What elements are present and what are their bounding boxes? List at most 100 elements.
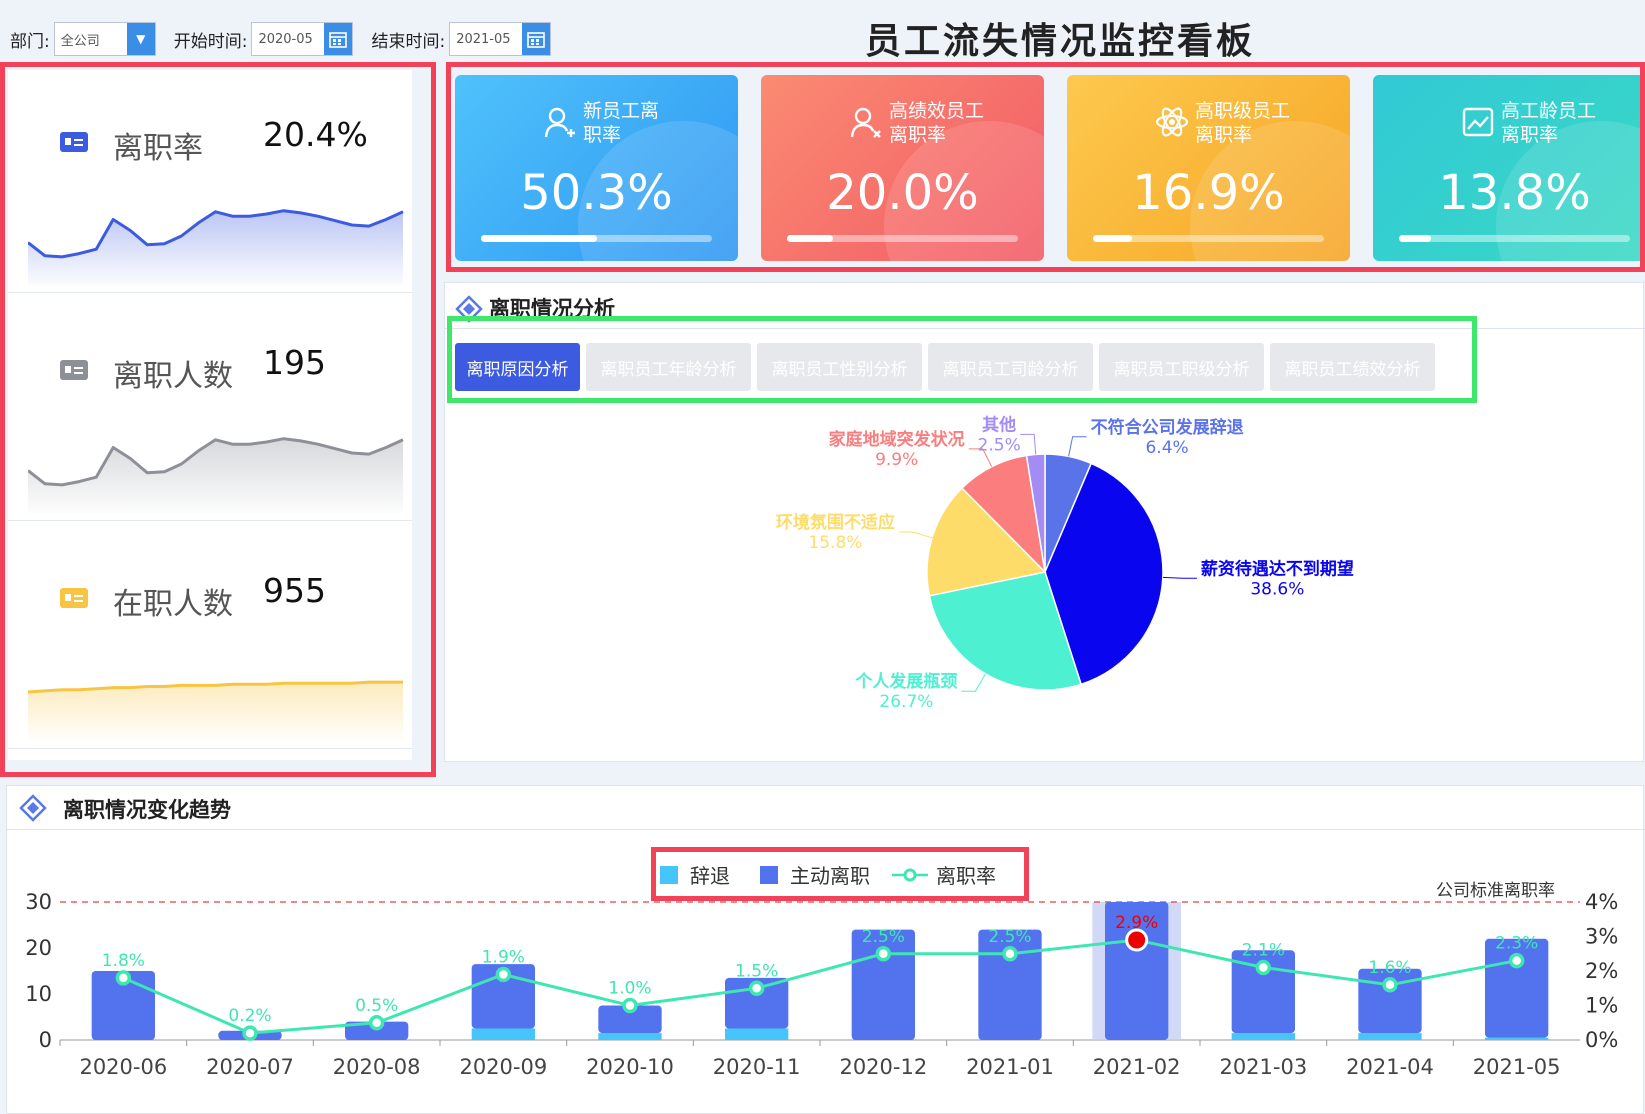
x-tick: 2020-07 <box>206 1055 294 1079</box>
trend-title: 离职情况变化趋势 <box>63 798 231 822</box>
trend-image-icon <box>1462 107 1494 137</box>
card-progress-fill <box>1093 235 1133 242</box>
start-date-input[interactable]: 2020-05 <box>251 22 354 56</box>
rate-point[interactable] <box>1508 952 1525 969</box>
card-title: 高绩效员工 离职率 <box>889 99 984 147</box>
y-left-tick: 0 <box>39 1028 52 1052</box>
card-title-line2: 离职率 <box>1195 124 1253 146</box>
tab-0[interactable]: 离职原因分析 <box>455 343 580 391</box>
chevron-down-icon[interactable]: ▼ <box>126 23 155 55</box>
rate-point[interactable] <box>622 997 638 1014</box>
rate-label: 2.5% <box>988 927 1031 947</box>
rate-point[interactable] <box>875 946 892 962</box>
card-title: 高职级员工 离职率 <box>1195 99 1290 147</box>
rate-label: 2.5% <box>862 927 905 947</box>
end-label: 结束时间: <box>371 31 446 52</box>
pie-percent: 9.9% <box>875 450 918 470</box>
kpi-0: 离职率 20.4% <box>8 75 412 293</box>
calendar-icon[interactable] <box>522 23 551 55</box>
bar-dismissal[interactable] <box>1485 1037 1549 1040</box>
divider <box>7 829 1645 830</box>
diamond-icon <box>19 794 47 826</box>
pie-label: 个人发展瓶颈 <box>854 671 957 692</box>
bar-dismissal[interactable] <box>471 1028 535 1041</box>
bar-dismissal[interactable] <box>1358 1033 1422 1040</box>
card-progress <box>787 235 1018 242</box>
card-progress <box>1399 235 1630 242</box>
x-tick: 2021-03 <box>1219 1055 1307 1079</box>
y-right-tick: 2% <box>1585 959 1618 983</box>
pie-label: 薪资待遇达不到期望 <box>1201 558 1354 579</box>
dept-select[interactable]: 全公司 ▼ <box>53 22 156 56</box>
card-title-line1: 新员工离 <box>583 100 660 122</box>
end-date-input[interactable]: 2021-05 <box>449 22 552 56</box>
y-left-tick: 20 <box>25 936 52 960</box>
rate-point[interactable] <box>1255 959 1272 976</box>
rate-point[interactable] <box>115 970 132 986</box>
kpi-card-1[interactable]: 高绩效员工 离职率 20.0% <box>761 75 1044 261</box>
y-right-tick: 4% <box>1585 890 1618 914</box>
card-title-line2: 职率 <box>583 124 622 146</box>
bar-dismissal[interactable] <box>1231 1033 1295 1040</box>
rate-label: 2.9% <box>1115 913 1158 933</box>
x-tick: 2021-02 <box>1093 1055 1181 1079</box>
new-employee-icon <box>544 107 575 138</box>
pie-label: 环境氛围不适应 <box>776 512 895 533</box>
y-right-tick: 3% <box>1585 925 1618 949</box>
rate-point[interactable] <box>495 966 512 983</box>
x-tick: 2020-08 <box>333 1055 421 1079</box>
rate-label: 2.1% <box>1242 941 1285 961</box>
tab-4[interactable]: 离职员工职级分析 <box>1099 343 1264 391</box>
start-label: 开始时间: <box>173 31 248 52</box>
kpi-value: 955 <box>263 571 326 610</box>
rate-point[interactable] <box>368 1015 385 1031</box>
rate-label: 1.5% <box>735 961 778 981</box>
rate-point[interactable] <box>242 1025 258 1041</box>
calendar-icon[interactable] <box>324 23 353 55</box>
filter-bar: 部门: 全公司 ▼ 开始时间: 2020-05 结束时间: 2021-05 <box>10 20 552 58</box>
kpi-card-3[interactable]: 高工龄员工 离职率 13.8% <box>1373 75 1645 261</box>
bar-dismissal[interactable] <box>598 1033 662 1040</box>
tab-5[interactable]: 离职员工绩效分析 <box>1270 343 1435 391</box>
card-progress <box>481 235 712 242</box>
high-performance-icon <box>850 107 881 138</box>
rate-label: 1.6% <box>1368 958 1411 978</box>
card-progress-fill <box>787 235 834 242</box>
rate-point[interactable] <box>1382 977 1398 993</box>
tab-3[interactable]: 离职员工司龄分析 <box>928 343 1093 391</box>
page-title: 员工流失情况监控看板 <box>864 21 1255 62</box>
kpi-value: 195 <box>263 343 326 382</box>
card-value: 13.8% <box>1438 165 1591 221</box>
kpi-1: 离职人数 195 <box>8 303 412 521</box>
tab-2[interactable]: 离职员工性别分析 <box>757 343 922 391</box>
card-title-line2: 离职率 <box>1501 124 1559 146</box>
x-tick: 2021-05 <box>1473 1055 1561 1079</box>
pie-leader-line <box>1020 433 1037 455</box>
card-title: 高工龄员工 离职率 <box>1501 99 1596 147</box>
pie-chart: 不符合公司发展辞退6.4% 薪资待遇达不到期望38.6% 个人发展瓶颈26.7% 环境… <box>776 414 1354 712</box>
id-card-icon <box>60 132 88 152</box>
pie-leader-line <box>1162 576 1197 579</box>
tab-1[interactable]: 离职员工年龄分析 <box>586 343 751 391</box>
bar-dismissal[interactable] <box>725 1028 789 1041</box>
rate-point[interactable] <box>748 980 765 996</box>
pie-label: 其他 <box>982 414 1016 435</box>
card-title-line1: 高工龄员工 <box>1501 100 1597 122</box>
card-title: 新员工离 职率 <box>583 99 659 147</box>
kpi-label: 在职人数 <box>113 587 233 622</box>
kpi-card-2[interactable]: 高职级员工 离职率 16.9% <box>1067 75 1350 261</box>
rate-label: 1.9% <box>482 947 525 967</box>
rate-label: 0.5% <box>355 996 398 1016</box>
kpi-card-0[interactable]: 新员工离 职率 50.3% <box>455 75 738 261</box>
dept-select-value: 全公司 <box>60 33 100 49</box>
rate-point[interactable] <box>1002 946 1018 962</box>
id-card-icon <box>60 588 88 608</box>
card-value: 50.3% <box>520 165 673 221</box>
pie-percent: 6.4% <box>1145 438 1188 458</box>
kpi-value: 20.4% <box>263 115 368 154</box>
analysis-title: 离职情况分析 <box>489 297 615 321</box>
card-title-line1: 高职级员工 <box>1195 100 1291 122</box>
y-left-tick: 10 <box>25 982 52 1006</box>
start-date-value: 2020-05 <box>258 31 313 47</box>
card-progress-fill <box>481 235 598 242</box>
